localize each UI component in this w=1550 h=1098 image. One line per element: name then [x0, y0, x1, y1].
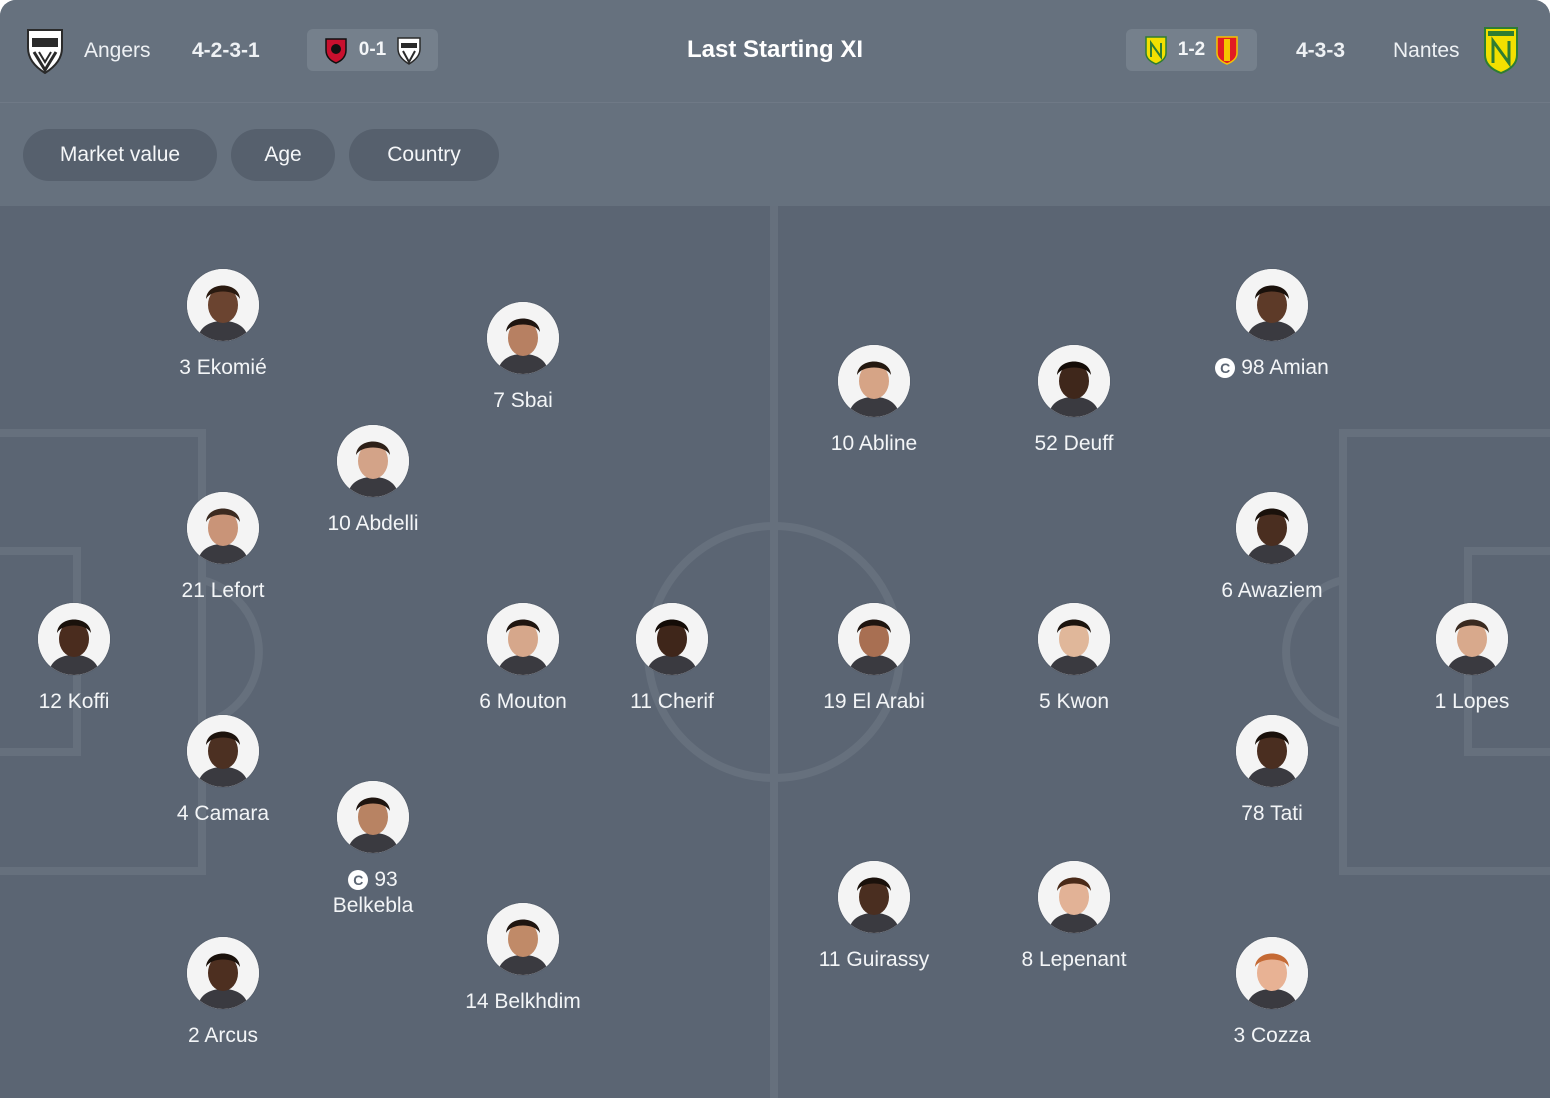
player-photo	[1236, 937, 1308, 1009]
player-photo	[187, 269, 259, 341]
player-name: 6 Mouton	[479, 690, 567, 713]
away-formation: 4-3-3	[1296, 39, 1346, 62]
player-kwon[interactable]: 5 Kwon	[994, 603, 1154, 715]
player-name: 11 Cherif	[630, 690, 714, 713]
player-cherif[interactable]: 11 Cherif	[592, 603, 752, 715]
player-lepenant[interactable]: 8 Lepenant	[994, 861, 1154, 973]
player-name: C 93 Belkebla	[293, 867, 453, 919]
player-el-arabi[interactable]: 19 El Arabi	[794, 603, 954, 715]
player-camara[interactable]: 4 Camara	[143, 715, 303, 827]
player-name: 4 Camara	[176, 802, 270, 825]
player-name: 2 Arcus	[187, 1024, 259, 1047]
player-photo	[187, 715, 259, 787]
player-name: 3 Ekomié	[179, 356, 267, 379]
player-photo	[38, 603, 110, 675]
nantes-crest-small-icon	[1145, 36, 1167, 65]
player-photo	[636, 603, 708, 675]
player-photo	[838, 345, 910, 417]
player-amian[interactable]: C 98 Amian	[1192, 269, 1352, 381]
lens-crest-icon	[1216, 36, 1238, 65]
player-photo	[487, 903, 559, 975]
player-name: 78 Tati	[1241, 802, 1303, 825]
player-photo	[838, 603, 910, 675]
player-abline[interactable]: 10 Abline	[794, 345, 954, 457]
player-photo	[487, 603, 559, 675]
player-name: 12 Koffi	[38, 690, 110, 713]
lineup-widget: Angers 4-2-3-1 0-1 Last Starting XI 1-2	[0, 0, 1550, 1098]
player-name: 52 Deuff	[1034, 432, 1114, 455]
player-name: 19 El Arabi	[823, 690, 925, 713]
player-mouton[interactable]: 6 Mouton	[443, 603, 603, 715]
player-photo	[1236, 715, 1308, 787]
player-photo	[1038, 861, 1110, 933]
player-sbai[interactable]: 7 Sbai	[443, 302, 603, 414]
player-name: 10 Abdelli	[327, 512, 419, 535]
player-photo	[337, 781, 409, 853]
player-name: 5 Kwon	[1038, 690, 1110, 713]
captain-icon: C	[348, 870, 369, 890]
player-cozza[interactable]: 3 Cozza	[1192, 937, 1352, 1049]
player-belkebla[interactable]: C 93 Belkebla	[293, 781, 453, 919]
player-photo	[187, 937, 259, 1009]
player-deuff[interactable]: 52 Deuff	[994, 345, 1154, 457]
player-koffi[interactable]: 12 Koffi	[0, 603, 154, 715]
player-name: 11 Guirassy	[818, 948, 930, 971]
away-team-name[interactable]: Nantes	[1393, 40, 1460, 61]
player-awaziem[interactable]: 6 Awaziem	[1192, 492, 1352, 604]
player-name: 21 Lefort	[181, 579, 265, 602]
filter-age[interactable]: Age	[231, 129, 335, 181]
player-name: 1 Lopes	[1434, 690, 1510, 713]
away-last-match-score[interactable]: 1-2	[1126, 29, 1257, 71]
player-photo	[1436, 603, 1508, 675]
player-guirassy[interactable]: 11 Guirassy	[794, 861, 954, 973]
player-photo	[187, 492, 259, 564]
player-lefort[interactable]: 21 Lefort	[143, 492, 303, 604]
player-arcus[interactable]: 2 Arcus	[143, 937, 303, 1049]
player-ekomie[interactable]: 3 Ekomié	[143, 269, 303, 381]
player-abdelli[interactable]: 10 Abdelli	[293, 425, 453, 537]
player-surname: Belkebla	[332, 894, 414, 917]
player-photo	[838, 861, 910, 933]
player-name: 14 Belkhdim	[465, 990, 581, 1013]
player-name: C 98 Amian	[1192, 355, 1352, 381]
player-label: 98 Amian	[1241, 356, 1329, 379]
player-name: 7 Sbai	[493, 389, 553, 412]
player-photo	[1038, 345, 1110, 417]
player-tati[interactable]: 78 Tati	[1192, 715, 1352, 827]
player-lopes[interactable]: 1 Lopes	[1392, 603, 1550, 715]
away-last-score-text: 1-2	[1177, 39, 1206, 60]
filter-country[interactable]: Country	[349, 129, 499, 181]
player-photo	[1236, 269, 1308, 341]
player-photo	[337, 425, 409, 497]
player-photo	[487, 302, 559, 374]
nantes-crest-icon	[1484, 27, 1518, 75]
captain-icon: C	[1215, 358, 1236, 378]
player-photo	[1038, 603, 1110, 675]
player-photo	[1236, 492, 1308, 564]
player-name: 10 Abline	[830, 432, 918, 455]
player-belkhdim[interactable]: 14 Belkhdim	[443, 903, 603, 1015]
filter-market-value[interactable]: Market value	[23, 129, 217, 181]
player-name: 3 Cozza	[1233, 1024, 1311, 1047]
player-name: 6 Awaziem	[1221, 579, 1323, 602]
player-name: 8 Lepenant	[1021, 948, 1127, 971]
lineup-header: Angers 4-2-3-1 0-1 Last Starting XI 1-2	[0, 0, 1550, 103]
player-number: 93	[374, 868, 398, 891]
